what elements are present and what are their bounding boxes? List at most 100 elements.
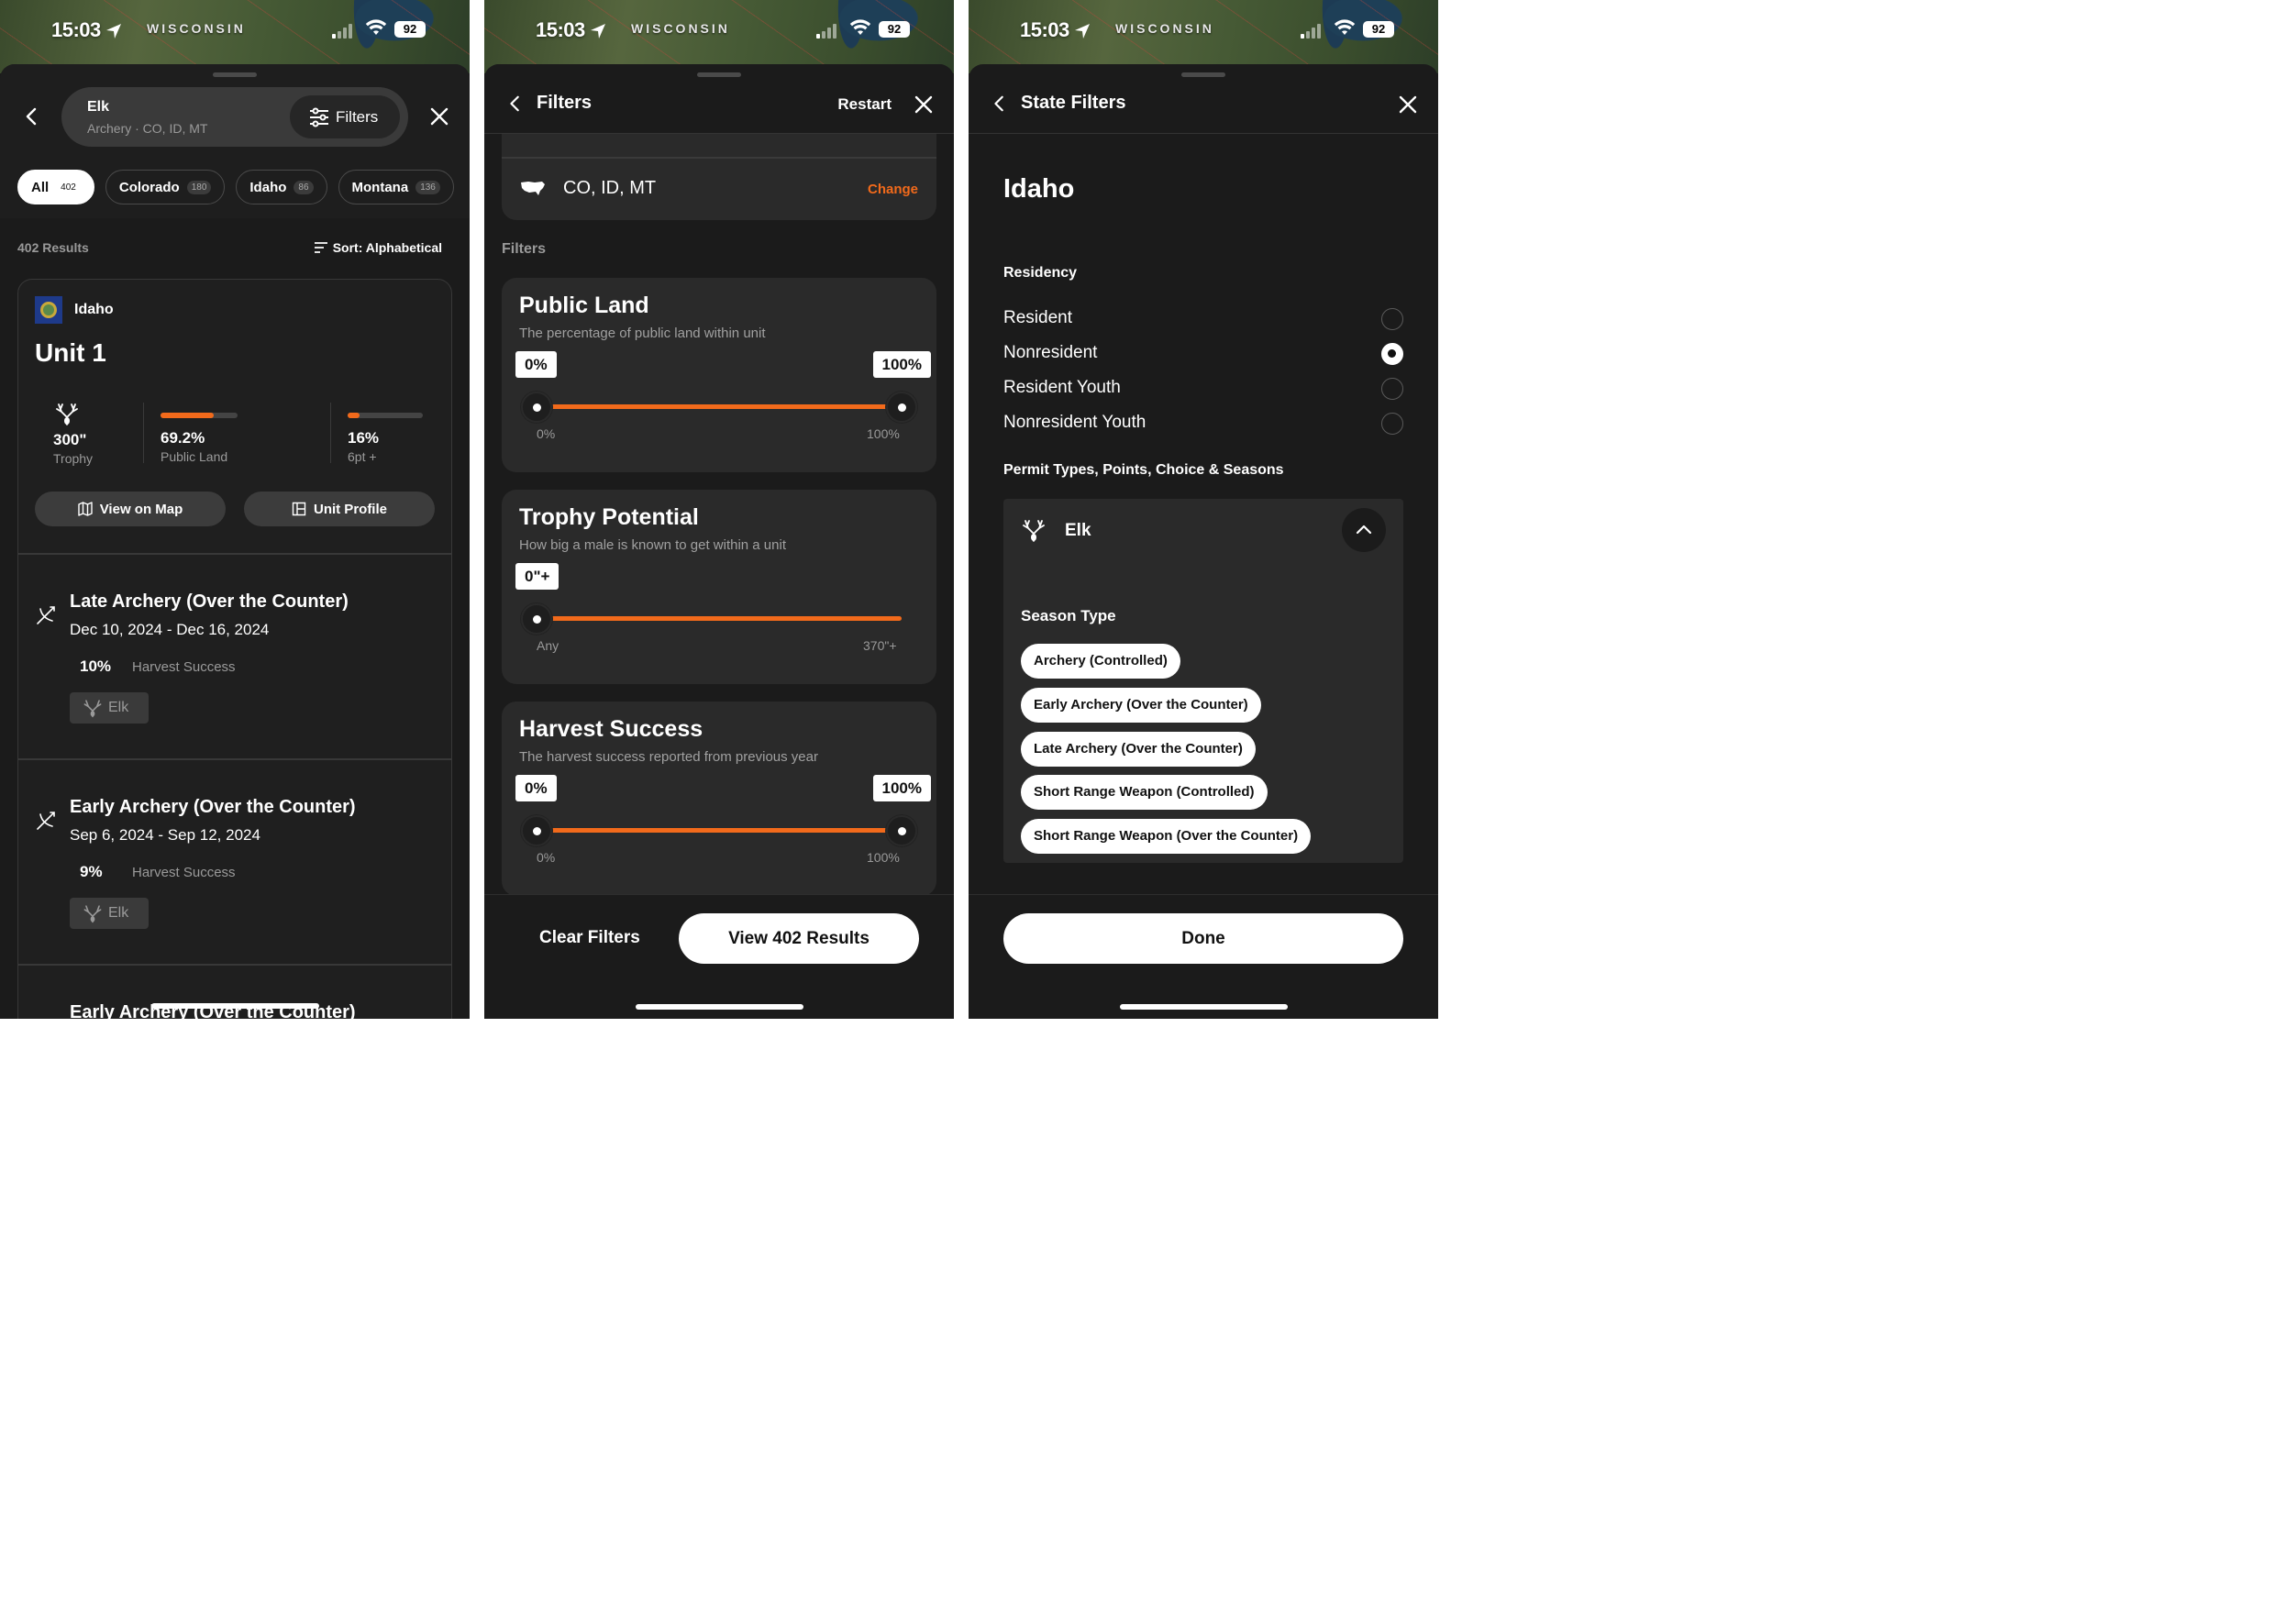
- map-state-label: WISCONSIN: [631, 21, 730, 36]
- min-slider-handle[interactable]: [521, 603, 552, 635]
- species-accordion: Elk Season Type Archery (Controlled) Ear…: [1003, 499, 1403, 863]
- max-value-box: 100%: [872, 775, 931, 801]
- state-filters-title: State Filters: [1021, 93, 1126, 113]
- layout-icon: [292, 502, 306, 516]
- region-change-link[interactable]: Change: [868, 182, 918, 197]
- sort-button[interactable]: Sort: Alphabetical: [314, 240, 442, 255]
- season-item[interactable]: Early Archery (Over the Counter) Sep 6, …: [18, 797, 451, 934]
- chip-label: Idaho: [249, 179, 287, 195]
- restart-button[interactable]: Restart: [837, 95, 892, 114]
- max-value-box: 100%: [872, 351, 931, 378]
- back-icon[interactable]: [22, 106, 42, 127]
- chip-label: Montana: [351, 179, 409, 195]
- home-indicator: [1120, 1004, 1288, 1010]
- residency-option-nonresident[interactable]: Nonresident: [1003, 340, 1403, 368]
- battery-indicator: 92: [879, 21, 910, 38]
- back-icon[interactable]: [991, 94, 1009, 113]
- season-title: Early Archery (Over the Counter): [70, 797, 356, 817]
- residency-option-resident[interactable]: Resident: [1003, 305, 1403, 333]
- elk-antler-icon: [83, 905, 102, 923]
- residency-option-nonresident-youth[interactable]: Nonresident Youth: [1003, 410, 1403, 437]
- battery-indicator: 92: [394, 21, 426, 38]
- location-arrow-icon: [591, 24, 605, 39]
- chip-colorado[interactable]: Colorado 180: [105, 170, 226, 204]
- filters-button[interactable]: Filters: [290, 95, 400, 138]
- close-icon[interactable]: [429, 106, 449, 127]
- season-type-chip[interactable]: Archery (Controlled): [1021, 644, 1180, 679]
- radio-button[interactable]: [1381, 378, 1403, 400]
- trophy-label: Trophy: [53, 451, 94, 466]
- radio-button[interactable]: [1381, 413, 1403, 435]
- view-on-map-label: View on Map: [99, 501, 183, 517]
- wifi-icon: [1334, 19, 1356, 35]
- unit-card[interactable]: Idaho Unit 1 300" Trophy 69.2% Public La…: [17, 279, 452, 1019]
- species-tag: Elk: [70, 692, 149, 724]
- row-divider: [18, 553, 451, 555]
- back-icon[interactable]: [506, 94, 525, 113]
- map-state-label: WISCONSIN: [1115, 21, 1214, 36]
- residency-label: Residency: [1003, 265, 1078, 281]
- elk-antler-icon: [83, 700, 102, 718]
- filters-title: Filters: [537, 93, 593, 113]
- trophy-value: 300": [53, 431, 87, 448]
- idaho-flag-icon: [35, 296, 62, 324]
- max-slider-handle[interactable]: [886, 815, 917, 846]
- season-type-chip[interactable]: Late Archery (Over the Counter): [1021, 732, 1256, 767]
- min-value-box: 0%: [515, 351, 557, 378]
- filter-public-land: Public Land The percentage of public lan…: [502, 278, 936, 472]
- search-summary-pill[interactable]: Elk Archery · CO, ID, MT Filters: [61, 87, 408, 147]
- bow-arrow-icon: [37, 812, 55, 830]
- map-icon: [78, 502, 93, 516]
- max-slider-handle[interactable]: [886, 392, 917, 423]
- stat-public-land: 69.2% Public Land: [161, 413, 238, 464]
- season-item[interactable]: Late Archery (Over the Counter) Dec 10, …: [18, 591, 451, 729]
- season-type-chip[interactable]: Early Archery (Over the Counter): [1021, 688, 1261, 723]
- filters-footer: Clear Filters View 402 Results: [484, 894, 954, 1019]
- close-icon[interactable]: [914, 94, 934, 115]
- residency-option-resident-youth[interactable]: Resident Youth: [1003, 375, 1403, 403]
- close-icon[interactable]: [1398, 94, 1418, 115]
- filter-sliders-icon: [310, 107, 328, 127]
- radio-button-selected[interactable]: [1381, 343, 1403, 365]
- collapse-button[interactable]: [1342, 508, 1386, 552]
- done-button[interactable]: Done: [1003, 913, 1403, 964]
- card-state: Idaho: [74, 302, 114, 317]
- harvest-label: Harvest Success: [132, 865, 236, 880]
- signal-icon: [332, 24, 352, 39]
- max-tick: 370"+: [863, 638, 897, 653]
- chip-all[interactable]: All 402: [17, 170, 94, 204]
- elk-antler-icon: [1023, 520, 1045, 542]
- row-divider: [18, 758, 451, 760]
- filters-header: Filters Restart: [484, 64, 954, 134]
- filter-description: The percentage of public land within uni…: [519, 326, 766, 341]
- state-filters-sheet: State Filters Idaho Residency Resident N…: [969, 64, 1438, 1019]
- search-subtitle: Archery · CO, ID, MT: [87, 121, 208, 136]
- sheet-grabber[interactable]: [697, 72, 741, 77]
- sheet-grabber[interactable]: [213, 72, 257, 77]
- min-slider-handle[interactable]: [521, 392, 552, 423]
- chip-idaho[interactable]: Idaho 86: [236, 170, 327, 204]
- stat-divider: [330, 403, 331, 463]
- phone-state-filters: 15:03 WISCONSIN 92 State Filters Idaho R…: [969, 0, 1438, 1019]
- species-tag-label: Elk: [108, 700, 129, 715]
- season-type-chip[interactable]: Short Range Weapon (Over the Counter): [1021, 819, 1312, 854]
- season-type-chip[interactable]: Short Range Weapon (Controlled): [1021, 775, 1268, 810]
- state-filters-footer: Done: [969, 894, 1438, 1019]
- status-bar: 15:03 WISCONSIN 92: [969, 17, 1438, 48]
- location-arrow-icon: [106, 24, 121, 39]
- view-on-map-button[interactable]: View on Map: [35, 492, 226, 526]
- unit-profile-button[interactable]: Unit Profile: [244, 492, 435, 526]
- min-slider-handle[interactable]: [521, 815, 552, 846]
- filter-description: The harvest success reported from previo…: [519, 749, 818, 765]
- signal-icon: [1301, 24, 1321, 39]
- clear-filters-button[interactable]: Clear Filters: [539, 928, 640, 948]
- chip-count: 180: [186, 180, 212, 194]
- harvest-pct: 10%: [80, 657, 112, 675]
- chip-count: 402: [61, 182, 76, 193]
- search-species: Elk: [87, 99, 110, 115]
- chip-montana[interactable]: Montana 136: [338, 170, 454, 204]
- sheet-grabber[interactable]: [1181, 72, 1225, 77]
- filter-title: Harvest Success: [519, 716, 703, 742]
- radio-button[interactable]: [1381, 308, 1403, 330]
- view-results-button[interactable]: View 402 Results: [679, 913, 919, 964]
